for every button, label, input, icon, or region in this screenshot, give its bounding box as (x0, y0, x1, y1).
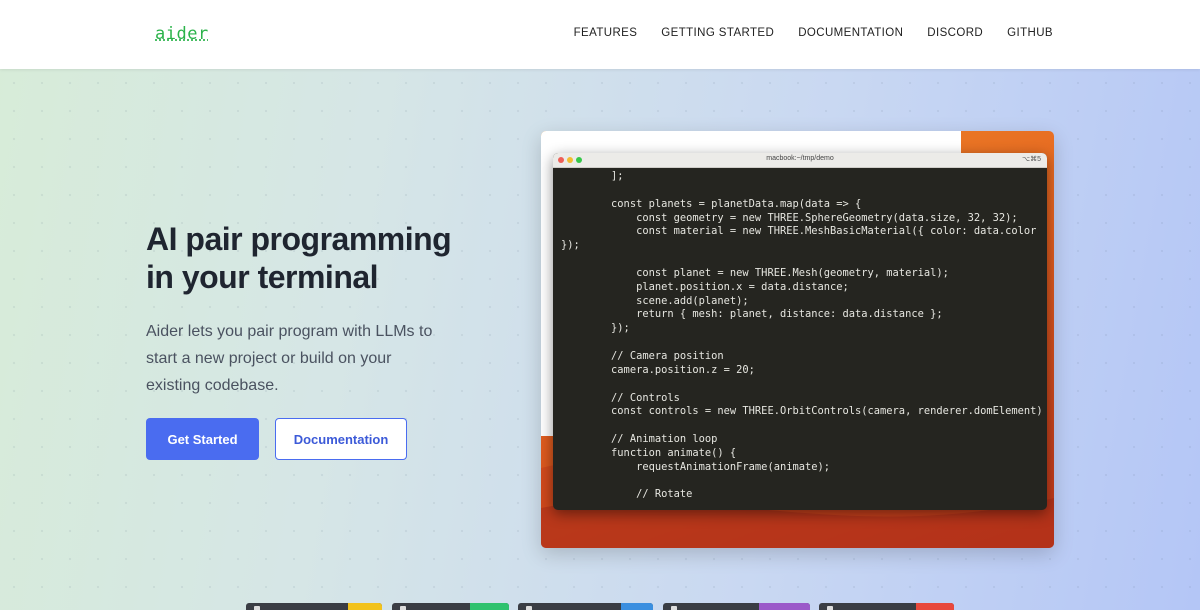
site-header: aider FEATURES GETTING STARTED DOCUMENTA… (0, 0, 1200, 69)
nav-discord[interactable]: DISCORD (927, 27, 983, 39)
feature-card-1[interactable] (246, 603, 382, 610)
main-nav: FEATURES GETTING STARTED DOCUMENTATION D… (574, 27, 1053, 39)
card-accent (621, 603, 653, 610)
code-line: return { mesh: planet, distance: data.di… (561, 308, 943, 321)
code-line: // Camera position (561, 349, 724, 362)
card-accent (348, 603, 382, 610)
code-line: // Controls (561, 391, 680, 404)
code-line: // Rotate (561, 488, 693, 501)
code-line: const controls = new THREE.OrbitControls… (561, 405, 1043, 418)
code-line: function animate() { (561, 446, 737, 459)
hero-title-line-2: in your terminal (146, 259, 379, 295)
documentation-button[interactable]: Documentation (275, 418, 407, 460)
document-icon (526, 606, 532, 610)
document-icon (400, 606, 406, 610)
code-line: const material = new THREE.MeshBasicMate… (561, 225, 1037, 238)
document-icon (671, 606, 677, 610)
code-line: const planet = new THREE.Mesh(geometry, … (561, 266, 949, 279)
terminal-title-bar: macbook:~/tmp/demo ⌥⌘5 (553, 153, 1047, 168)
terminal-code: ]; const planets = planetData.map(data =… (553, 168, 1047, 502)
feature-card-5[interactable] (819, 603, 954, 610)
card-accent (916, 603, 954, 610)
code-line: }); (561, 239, 580, 252)
terminal-window: macbook:~/tmp/demo ⌥⌘5 ]; const planets … (553, 153, 1047, 510)
feature-card-2[interactable] (392, 603, 509, 610)
hero-description: Aider lets you pair program with LLMs to… (146, 323, 433, 394)
document-icon (827, 606, 833, 610)
nav-getting-started[interactable]: GETTING STARTED (661, 27, 774, 39)
document-icon (254, 606, 260, 610)
feature-card-3[interactable] (518, 603, 653, 610)
nav-documentation[interactable]: DOCUMENTATION (798, 27, 903, 39)
aider-logo[interactable]: aider (155, 24, 209, 44)
code-line: const planets = planetData.map(data => { (561, 197, 862, 210)
code-line: planet.position.x = data.distance; (561, 280, 849, 293)
code-line: }); (561, 322, 630, 335)
code-line: const geometry = new THREE.SphereGeometr… (561, 211, 1018, 224)
feature-card-4[interactable] (663, 603, 810, 610)
nav-features[interactable]: FEATURES (574, 27, 638, 39)
code-line: ]; (561, 170, 624, 182)
card-accent (470, 603, 509, 610)
code-line: requestAnimationFrame(animate); (561, 460, 830, 473)
hero-title-line-1: AI pair programming (146, 221, 452, 257)
hero-title: AI pair programming in your terminal (146, 220, 506, 296)
terminal-shortcut: ⌥⌘5 (1022, 156, 1041, 163)
code-line: // Animation loop (561, 433, 718, 446)
demo-screenshot: macbook:~/tmp/demo ⌥⌘5 ]; const planets … (541, 131, 1054, 548)
code-line: camera.position.z = 20; (561, 363, 755, 376)
code-line: scene.add(planet); (561, 294, 749, 307)
terminal-title: macbook:~/tmp/demo (766, 155, 834, 162)
card-accent (759, 603, 810, 610)
get-started-button[interactable]: Get Started (146, 418, 259, 460)
nav-github[interactable]: GITHUB (1007, 27, 1053, 39)
